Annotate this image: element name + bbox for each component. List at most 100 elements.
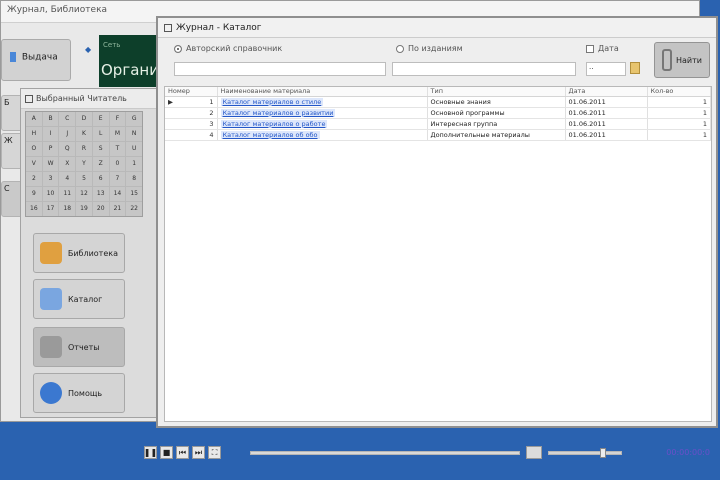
key-button[interactable]: 13 [92, 187, 109, 201]
col-date[interactable]: Дата [565, 87, 648, 97]
date-checkbox[interactable] [586, 44, 594, 53]
volume-knob[interactable] [600, 448, 606, 458]
key-button[interactable]: 17 [42, 202, 59, 216]
reports-button[interactable]: Отчеты [33, 327, 125, 367]
time-display: 00:00:00:0 [666, 448, 710, 457]
book-icon [10, 52, 16, 62]
next-button[interactable]: ⏭ [192, 446, 205, 459]
key-button[interactable]: O [26, 142, 42, 156]
date-check-label: Дата [598, 44, 619, 53]
table-row[interactable]: 2 Каталог материалов о развитии Основной… [165, 107, 711, 119]
key-button[interactable]: H [26, 127, 42, 141]
key-button[interactable]: 22 [126, 202, 142, 216]
volume-slider[interactable] [548, 448, 622, 458]
key-button[interactable]: W [42, 157, 59, 171]
date-field[interactable]: .. [586, 62, 626, 76]
speaker-button[interactable] [526, 446, 542, 459]
pause-button[interactable]: ❚❚ [144, 446, 157, 459]
row-link[interactable]: Каталог материалов о развитии [220, 108, 336, 117]
key-button[interactable]: 12 [76, 187, 92, 201]
results-grid[interactable]: Номер Наименование материала Тип Дата Ко… [164, 86, 712, 422]
radio-author-dot[interactable] [174, 44, 182, 53]
fullscreen-button[interactable]: ⛶ [208, 446, 221, 459]
reader-panel: Выбранный Читатель ABCDEFG HIJKLMN OPQRSTU… [20, 88, 160, 418]
key-button[interactable]: L [92, 127, 109, 141]
key-button[interactable]: 8 [126, 172, 142, 186]
key-button[interactable]: 14 [109, 187, 126, 201]
row-indicator: ▶ [168, 97, 173, 106]
books-icon [40, 242, 62, 264]
key-button[interactable]: E [92, 112, 109, 126]
document-icon [40, 288, 62, 310]
catalog-button[interactable]: Каталог [33, 279, 125, 319]
library-button-label: Библиотека [67, 248, 118, 258]
library-button[interactable]: Библиотека [33, 233, 125, 273]
key-button[interactable]: 4 [59, 172, 76, 186]
key-button[interactable]: 3 [42, 172, 59, 186]
radio-editions[interactable]: По изданиям [396, 44, 463, 53]
key-button[interactable]: A [26, 112, 42, 126]
key-button[interactable]: Q [59, 142, 76, 156]
key-button[interactable]: 15 [126, 187, 142, 201]
key-button[interactable]: S [92, 142, 109, 156]
banner: Сеть Организ [99, 35, 163, 87]
radio-editions-dot[interactable] [396, 44, 404, 53]
issue-button[interactable]: Выдача [1, 39, 71, 81]
key-button[interactable]: 18 [59, 202, 76, 216]
key-button[interactable]: C [59, 112, 76, 126]
key-button[interactable]: 16 [26, 202, 42, 216]
editions-input[interactable] [392, 62, 576, 76]
row-link[interactable]: Каталог материалов о стиле [220, 97, 324, 106]
key-button[interactable]: F [109, 112, 126, 126]
radio-author[interactable]: Авторский справочник [174, 44, 282, 53]
table-row[interactable]: ▶ 1 Каталог материалов о стиле Основные з… [165, 96, 711, 108]
row-link[interactable]: Каталог материалов о работе [220, 119, 328, 128]
row-link[interactable]: Каталог материалов об обо [220, 130, 320, 139]
prev-button[interactable]: ⏮ [176, 446, 189, 459]
key-button[interactable]: 2 [26, 172, 42, 186]
key-button[interactable]: K [76, 127, 92, 141]
key-button[interactable]: V [26, 157, 42, 171]
key-button[interactable]: N [126, 127, 142, 141]
key-button[interactable]: Y [76, 157, 92, 171]
author-input[interactable] [174, 62, 386, 76]
reports-button-label: Отчеты [68, 342, 100, 352]
key-button[interactable]: P [42, 142, 59, 156]
key-button[interactable]: M [109, 127, 126, 141]
key-button[interactable]: T [109, 142, 126, 156]
date-check[interactable]: Дата [586, 44, 619, 53]
find-button[interactable]: Найти [654, 42, 710, 78]
stop-button[interactable]: ■ [160, 446, 173, 459]
key-button[interactable]: 5 [76, 172, 92, 186]
table-row[interactable]: 3 Каталог материалов о работе Интересная… [165, 118, 711, 130]
key-button[interactable]: 19 [76, 202, 92, 216]
progress-bar[interactable] [250, 451, 520, 455]
key-button[interactable]: 6 [92, 172, 109, 186]
key-button[interactable]: I [42, 127, 59, 141]
calendar-icon[interactable] [630, 62, 640, 74]
key-button[interactable]: R [76, 142, 92, 156]
key-button[interactable]: B [42, 112, 59, 126]
key-button[interactable]: 7 [109, 172, 126, 186]
journal-window: Журнал - Каталог Авторский справочник По… [156, 16, 718, 428]
banner-text: Организ [101, 61, 163, 79]
key-button[interactable]: 1 [126, 157, 142, 171]
key-button[interactable]: X [59, 157, 76, 171]
key-button[interactable]: Z [92, 157, 109, 171]
key-button[interactable]: J [59, 127, 76, 141]
table-row[interactable]: 4 Каталог материалов об обо Дополнительн… [165, 129, 711, 141]
key-button[interactable]: 11 [59, 187, 76, 201]
key-button[interactable]: 0 [109, 157, 126, 171]
col-name[interactable]: Наименование материала [217, 87, 428, 97]
help-button[interactable]: Помощь [33, 373, 125, 413]
col-number[interactable]: Номер [165, 87, 218, 97]
key-button[interactable]: 10 [42, 187, 59, 201]
key-button[interactable]: D [76, 112, 92, 126]
key-button[interactable]: G [126, 112, 142, 126]
key-button[interactable]: 21 [109, 202, 126, 216]
col-type[interactable]: Тип [427, 87, 566, 97]
key-button[interactable]: U [126, 142, 142, 156]
key-button[interactable]: 9 [26, 187, 42, 201]
col-qty[interactable]: Кол-во [647, 87, 711, 97]
key-button[interactable]: 20 [92, 202, 109, 216]
